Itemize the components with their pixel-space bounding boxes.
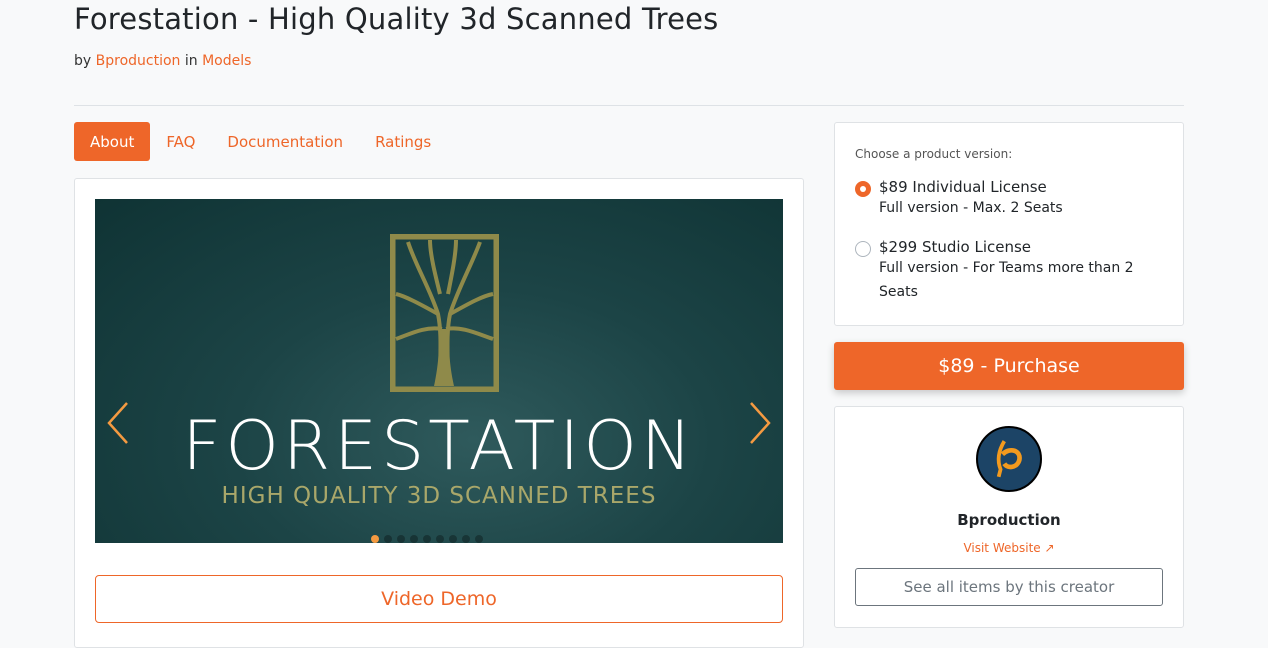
tab-about[interactable]: About [74, 122, 151, 161]
version-prompt: Choose a product version: [855, 147, 1013, 161]
visit-website-link[interactable]: Visit Website ↗ [835, 541, 1183, 555]
visit-label: Visit Website [963, 541, 1041, 555]
carousel-dot[interactable] [410, 535, 418, 543]
tab-documentation[interactable]: Documentation [211, 122, 359, 161]
external-link-icon: ↗ [1044, 541, 1055, 555]
see-all-items-button[interactable]: See all items by this creator [855, 568, 1163, 606]
version-option-studio[interactable]: $299 Studio License Full version - For T… [855, 238, 1149, 304]
creator-name: Bproduction [957, 511, 1061, 529]
option-desc: Full version - For Teams more than 2 Sea… [879, 260, 1134, 300]
tree-logo-icon [390, 234, 499, 392]
purchase-button[interactable]: $89 - Purchase [834, 342, 1184, 390]
by-label: by [74, 53, 92, 69]
radio-studio[interactable] [855, 241, 871, 257]
chevron-left-icon[interactable] [103, 399, 133, 447]
carousel-dot[interactable] [397, 535, 405, 543]
carousel-indicators [371, 535, 483, 543]
byline: by Bproduction in Models [74, 53, 251, 69]
carousel-dot[interactable] [449, 535, 457, 543]
author-link[interactable]: Bproduction [96, 53, 181, 69]
creator-avatar[interactable] [976, 426, 1042, 492]
divider [74, 105, 1184, 106]
image-carousel[interactable]: FORESTATION HIGH QUALITY 3D SCANNED TREE… [95, 199, 783, 543]
banner-title: FORESTATION [182, 407, 696, 486]
carousel-dot[interactable] [462, 535, 470, 543]
banner-subtitle: HIGH QUALITY 3D SCANNED TREES [221, 483, 657, 509]
creator-card: Bproduction Visit Website ↗ See all item… [834, 406, 1184, 628]
radio-individual[interactable] [855, 181, 871, 197]
tab-bar: About FAQ Documentation Ratings [74, 122, 447, 161]
page-title: Forestation - High Quality 3d Scanned Tr… [74, 2, 719, 36]
option-title: $89 Individual License [879, 178, 1047, 196]
carousel-dot[interactable] [423, 535, 431, 543]
carousel-dot[interactable] [384, 535, 392, 543]
version-card: Choose a product version: $89 Individual… [834, 122, 1184, 326]
option-desc: Full version - Max. 2 Seats [879, 200, 1063, 216]
carousel-dot[interactable] [475, 535, 483, 543]
category-link[interactable]: Models [202, 53, 251, 69]
chevron-right-icon[interactable] [745, 399, 775, 447]
option-title: $299 Studio License [879, 238, 1032, 256]
about-card: FORESTATION HIGH QUALITY 3D SCANNED TREE… [74, 178, 804, 648]
carousel-dot[interactable] [436, 535, 444, 543]
in-label: in [184, 53, 198, 69]
carousel-dot[interactable] [371, 535, 379, 543]
tab-ratings[interactable]: Ratings [359, 122, 447, 161]
tab-faq[interactable]: FAQ [150, 122, 211, 161]
version-option-individual[interactable]: $89 Individual License Full version - Ma… [855, 178, 1149, 220]
video-demo-button[interactable]: Video Demo [95, 575, 783, 623]
